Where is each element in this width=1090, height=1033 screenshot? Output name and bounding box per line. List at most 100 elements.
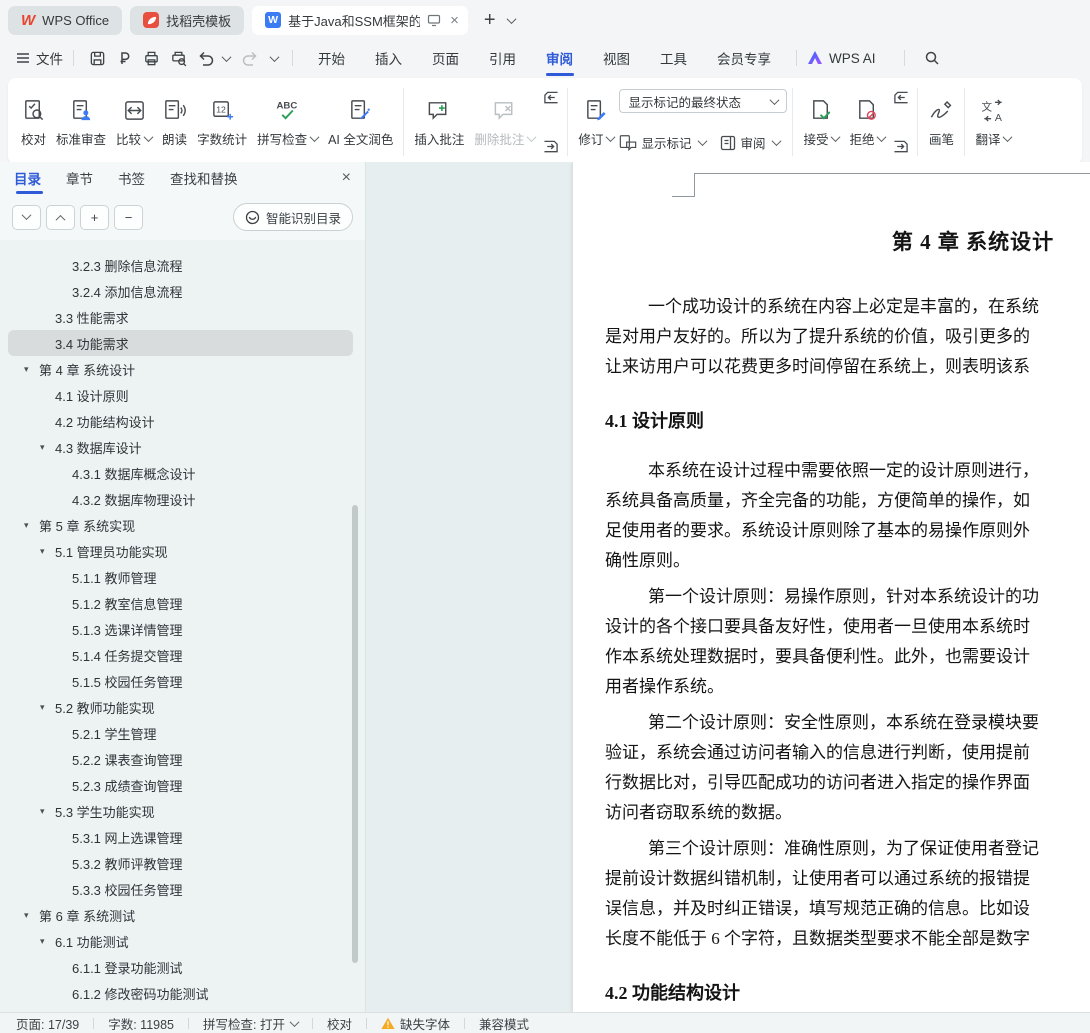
toc-item[interactable]: 6.1.2 修改密码功能测试	[8, 980, 353, 1006]
accept-change-button[interactable]: 接受	[798, 83, 844, 161]
toc-item[interactable]: 3.2.3 删除信息流程	[8, 252, 353, 278]
toc-item[interactable]: 5.3.2 教师评教管理	[8, 850, 353, 876]
toc-item[interactable]: 3.2.4 添加信息流程	[8, 278, 353, 304]
ai-polish-button[interactable]: AI 全文润色	[323, 83, 398, 161]
toc-item[interactable]: ▾4.2 功能结构设计	[8, 408, 353, 434]
print-icon[interactable]	[138, 46, 165, 70]
quick-access-chevron-icon[interactable]	[269, 51, 280, 62]
next-comment-icon[interactable]	[542, 139, 560, 154]
menu-item-review[interactable]: 审阅	[531, 40, 588, 76]
toc-item[interactable]: 5.1.2 教室信息管理	[8, 590, 353, 616]
next-change-icon[interactable]	[892, 139, 910, 154]
menu-item-insert[interactable]: 插入	[360, 40, 417, 76]
undo-options-chevron-icon[interactable]	[221, 51, 232, 62]
show-markup-button[interactable]: 显示标记	[619, 133, 708, 152]
monitor-icon[interactable]	[427, 13, 441, 27]
collapse-triangle-icon[interactable]: ▾	[24, 364, 39, 375]
toc-item[interactable]: ▾ 第 4 章 系统设计	[8, 356, 353, 382]
toc-item[interactable]: 5.1.4 任务提交管理	[8, 642, 353, 668]
sidebar-tab-chapters[interactable]: 章节	[66, 162, 93, 194]
toc-scrollbar[interactable]	[352, 505, 358, 963]
collapse-triangle-icon[interactable]: ▾	[40, 936, 55, 947]
wps-ai-button[interactable]: WPS AI	[807, 51, 876, 66]
proofread-button[interactable]: 校对	[16, 83, 51, 161]
collapse-triangle-icon[interactable]: ▾	[24, 520, 39, 531]
save-icon[interactable]	[84, 46, 111, 70]
toc-item[interactable]: ▾ 5.1 管理员功能实现	[8, 538, 353, 564]
undo-icon[interactable]	[192, 46, 219, 70]
collapse-triangle-icon[interactable]: ▾	[40, 442, 55, 453]
toc-item[interactable]: 5.1.5 校园任务管理	[8, 668, 353, 694]
collapse-triangle-icon[interactable]: ▾	[40, 702, 55, 713]
review-pane-button[interactable]: 审阅	[720, 133, 782, 152]
new-tab-button[interactable]: +	[484, 10, 496, 30]
expand-all-button[interactable]	[46, 204, 75, 230]
read-aloud-button[interactable]: 朗读	[157, 83, 192, 161]
tab-document[interactable]: W 基于Java和SSM框架的校园教 ×	[252, 5, 468, 35]
previous-change-icon[interactable]	[892, 90, 910, 105]
toc-item[interactable]: ▾ 4.3 数据库设计	[8, 434, 353, 460]
previous-comment-icon[interactable]	[542, 90, 560, 105]
toc-item[interactable]: 5.2.2 课表查询管理	[8, 746, 353, 772]
toc-item[interactable]: ▾ 5.3 学生功能实现	[8, 798, 353, 824]
compatibility-mode-indicator[interactable]: 兼容模式	[465, 1014, 543, 1033]
toc-item[interactable]: 5.3.3 校园任务管理	[8, 876, 353, 902]
toc-item[interactable]: ▾3.4 功能需求	[8, 330, 353, 356]
toc-item[interactable]: ▾ 第 5 章 系统实现	[8, 512, 353, 538]
file-menu-button[interactable]: 文件	[16, 48, 63, 68]
search-icon[interactable]	[919, 46, 946, 70]
missing-font-warning[interactable]: 缺失字体	[367, 1014, 464, 1033]
markup-state-dropdown[interactable]: 显示标记的最终状态	[619, 89, 788, 113]
print-preview-icon[interactable]	[165, 46, 192, 70]
standard-review-button[interactable]: 标准审查	[51, 83, 111, 161]
proofread-status[interactable]: 校对	[313, 1014, 366, 1033]
collapse-triangle-icon[interactable]: ▾	[24, 910, 39, 921]
export-pdf-icon[interactable]	[111, 46, 138, 70]
toc-item[interactable]: 5.1.3 选课详情管理	[8, 616, 353, 642]
collapse-all-button[interactable]	[12, 204, 41, 230]
spellcheck-indicator[interactable]: 拼写检查: 打开	[189, 1014, 312, 1033]
reject-change-button[interactable]: 拒绝	[844, 83, 890, 161]
pen-button[interactable]: 画笔	[923, 83, 959, 161]
translate-button[interactable]: 文A 翻译	[970, 83, 1016, 161]
menu-item-references[interactable]: 引用	[474, 40, 531, 76]
menu-item-home[interactable]: 开始	[303, 40, 360, 76]
sidebar-tab-find-replace[interactable]: 查找和替换	[170, 162, 238, 194]
sidebar-tab-contents[interactable]: 目录	[14, 162, 43, 194]
toc-item[interactable]: 4.3.2 数据库物理设计	[8, 486, 353, 512]
compare-button[interactable]: 比较	[111, 83, 157, 161]
page-indicator[interactable]: 页面: 17/39	[16, 1014, 93, 1033]
spell-check-button[interactable]: ABC 拼写检查	[252, 83, 323, 161]
collapse-level-button[interactable]: −	[114, 204, 143, 230]
expand-level-button[interactable]: +	[80, 204, 109, 230]
toc-item[interactable]: ▾ 6.1 功能测试	[8, 928, 353, 954]
toc-item[interactable]: ▾ 5.2 教师功能实现	[8, 694, 353, 720]
close-tab-icon[interactable]: ×	[450, 13, 459, 28]
collapse-triangle-icon[interactable]: ▾	[40, 806, 55, 817]
menu-item-page[interactable]: 页面	[417, 40, 474, 76]
tab-list-chevron-icon[interactable]	[506, 13, 517, 24]
menu-item-membership[interactable]: 会员专享	[702, 40, 786, 76]
insert-comment-button[interactable]: 插入批注	[409, 83, 469, 161]
toc-item[interactable]: 5.3.1 网上选课管理	[8, 824, 353, 850]
word-count-indicator[interactable]: 字数: 11985	[94, 1014, 188, 1033]
document-page[interactable]: 第 4 章 系统设计 一个成功设计的系统在内容上必定是丰富的，在系统 是对用户友好…	[573, 162, 1090, 1013]
track-changes-button[interactable]: 修订	[573, 83, 619, 161]
toc-item[interactable]: 5.2.3 成绩查询管理	[8, 772, 353, 798]
toc-item[interactable]: 4.3.1 数据库概念设计	[8, 460, 353, 486]
menu-item-view[interactable]: 视图	[588, 40, 645, 76]
tab-docer-templates[interactable]: 找稻壳模板	[130, 5, 245, 35]
toc-item[interactable]: ▾3.3 性能需求	[8, 304, 353, 330]
smart-toc-button[interactable]: 智能识别目录	[232, 203, 353, 231]
toc-item[interactable]: ▾ 第 6 章 系统测试	[8, 902, 353, 928]
sidebar-tab-bookmarks[interactable]: 书签	[118, 162, 145, 194]
close-sidebar-icon[interactable]: ×	[342, 170, 351, 186]
menu-item-tools[interactable]: 工具	[645, 40, 702, 76]
toc-item[interactable]: 5.2.1 学生管理	[8, 720, 353, 746]
word-count-button[interactable]: 12 字数统计	[192, 83, 252, 161]
toc-item[interactable]: 5.1.1 教师管理	[8, 564, 353, 590]
toc-item[interactable]: 6.1.1 登录功能测试	[8, 954, 353, 980]
collapse-triangle-icon[interactable]: ▾	[40, 546, 55, 557]
toc-item[interactable]: ▾4.1 设计原则	[8, 382, 353, 408]
tab-wps-home[interactable]: W WPS Office	[8, 5, 123, 35]
